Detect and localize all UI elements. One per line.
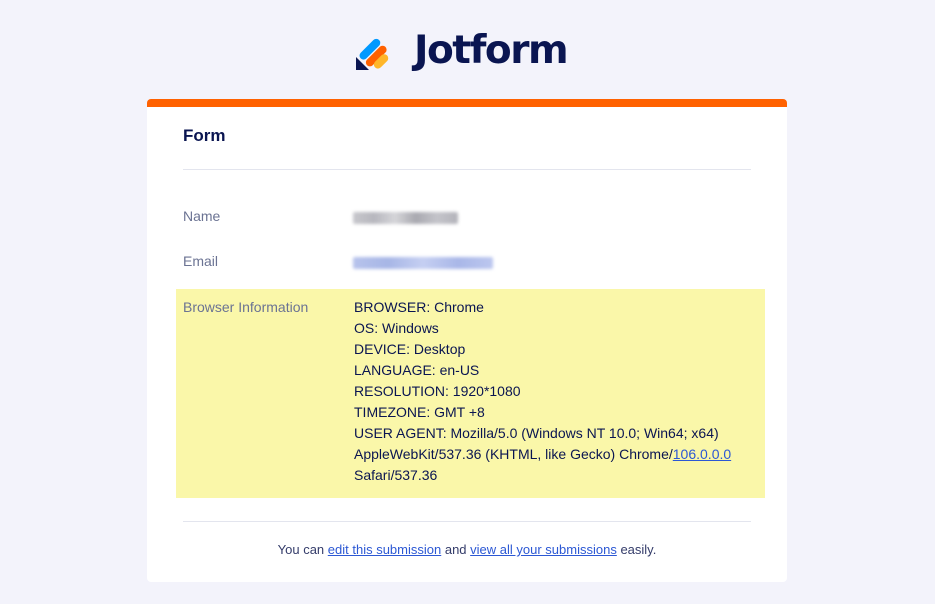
email-value-redacted xyxy=(353,257,493,269)
footer-suffix: easily. xyxy=(616,542,657,557)
title-divider xyxy=(183,169,751,170)
view-submissions-link[interactable]: view all your submissions xyxy=(470,542,617,557)
jotform-logo-icon xyxy=(356,38,389,70)
name-value-redacted xyxy=(353,212,458,224)
user-agent-line-1: USER AGENT: Mozilla/5.0 (Windows NT 10.0… xyxy=(354,425,719,441)
jotform-logo: Jotform xyxy=(354,28,569,73)
device-line: DEVICE: Desktop xyxy=(354,341,466,357)
browser-info-label: Browser Information xyxy=(183,299,309,315)
name-label: Name xyxy=(183,208,221,224)
email-row: Email xyxy=(183,253,751,273)
user-agent-line-2: AppleWebKit/537.36 (KHTML, like Gecko) C… xyxy=(354,444,754,465)
resolution-line: RESOLUTION: 1920*1080 xyxy=(354,383,521,399)
form-title: Form xyxy=(183,126,226,145)
timezone-line: TIMEZONE: GMT +8 xyxy=(354,404,485,420)
name-row: Name xyxy=(183,208,751,228)
footer-middle: and xyxy=(441,542,471,557)
chrome-version-link[interactable]: 106.0.0.0 xyxy=(673,446,731,462)
browser-line: BROWSER: Chrome xyxy=(354,299,484,315)
user-agent-line-3: Safari/537.36 xyxy=(354,467,438,483)
language-line: LANGUAGE: en-US xyxy=(354,362,480,378)
browser-info-value: BROWSER: Chrome OS: Windows DEVICE: Desk… xyxy=(354,297,754,486)
footer-message: You can edit this submission and view al… xyxy=(147,542,787,557)
email-label: Email xyxy=(183,253,219,269)
card-accent-bar xyxy=(147,99,787,107)
footer-divider xyxy=(183,521,751,522)
os-line: OS: Windows xyxy=(354,320,439,336)
footer-prefix: You can xyxy=(277,542,328,557)
edit-submission-link[interactable]: edit this submission xyxy=(328,542,441,557)
user-agent-line-2-text: AppleWebKit/537.36 (KHTML, like Gecko) C… xyxy=(354,446,673,462)
submission-card: Form Name Email Browser Information BROW… xyxy=(147,99,787,582)
jotform-wordmark: Jotform xyxy=(414,28,569,73)
browser-info-row: Browser Information BROWSER: Chrome OS: … xyxy=(176,289,765,498)
